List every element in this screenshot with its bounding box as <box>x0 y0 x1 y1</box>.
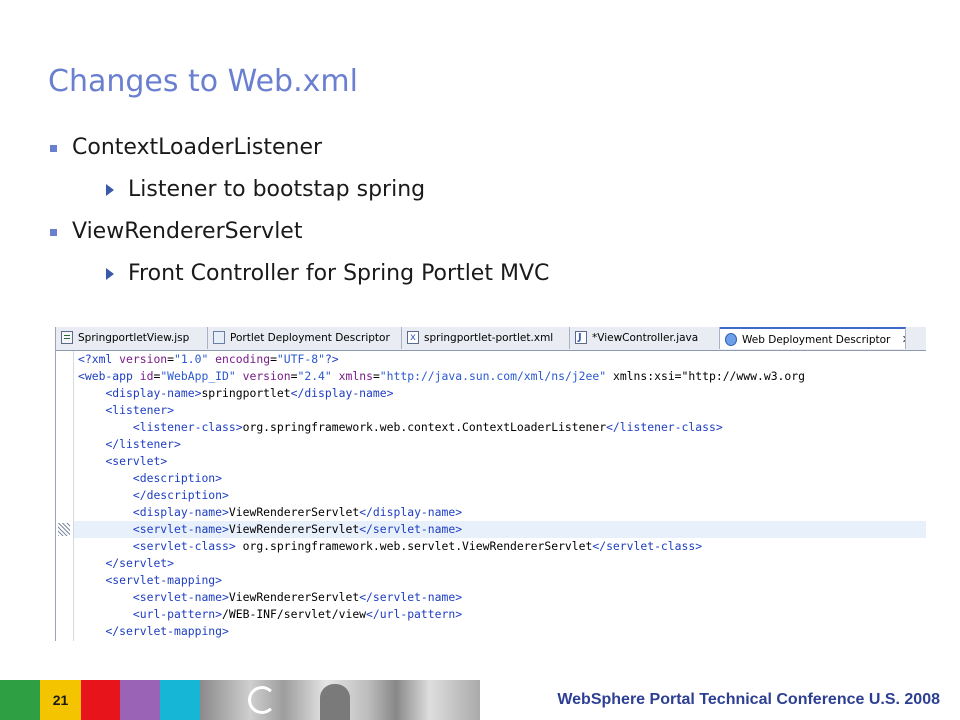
arrow-bullet-icon <box>106 268 114 280</box>
slide-footer: 21 WebSphere Portal Technical Conference… <box>0 680 960 720</box>
editor-screenshot: SpringportletView.jsp Portlet Deployment… <box>55 327 926 641</box>
page-number: 21 <box>40 680 81 720</box>
tab-label: SpringportletView.jsp <box>78 332 190 344</box>
code-line[interactable]: <servlet-class> org.springframework.web.… <box>78 538 702 555</box>
code-line[interactable]: </listener> <box>78 436 180 453</box>
tab-label: *ViewController.java <box>592 332 699 344</box>
code-line[interactable]: <url-pattern>/WEB-INF/servlet/view</url-… <box>78 606 462 623</box>
conference-name: WebSphere Portal Technical Conference U.… <box>557 691 940 708</box>
bullet-list: ContextLoaderListener Listener to bootst… <box>48 132 928 300</box>
footer-color-block-green <box>0 680 40 720</box>
code-line[interactable]: <servlet> <box>78 453 167 470</box>
person-photo-icon <box>320 684 350 720</box>
footer-color-block-red <box>81 680 120 720</box>
tab-springportlet-portlet-xml[interactable]: springportlet-portlet.xml <box>402 327 570 349</box>
xml-file-icon <box>407 327 419 349</box>
code-line[interactable]: <servlet-name>ViewRendererServlet</servl… <box>78 589 462 606</box>
tab-view-controller-java[interactable]: *ViewController.java <box>570 327 720 349</box>
jsp-file-icon <box>61 331 73 344</box>
square-bullet-icon <box>50 145 57 152</box>
gutter-marker-icon <box>58 523 70 536</box>
bullet-view-renderer-servlet: ViewRendererServlet <box>48 216 928 258</box>
tab-springportlet-view-jsp[interactable]: SpringportletView.jsp <box>56 327 208 349</box>
bullet-text: ContextLoaderListener <box>72 135 323 160</box>
footer-color-block-purple <box>120 680 160 720</box>
code-line[interactable]: </description> <box>78 487 229 504</box>
tab-label: Portlet Deployment Descriptor <box>230 332 390 344</box>
editor-gutter <box>56 351 74 641</box>
code-line[interactable]: <servlet-name>ViewRendererServlet</servl… <box>78 521 462 538</box>
bullet-text: ViewRendererServlet <box>72 219 303 244</box>
code-line[interactable]: <display-name>springportlet</display-nam… <box>78 385 393 402</box>
java-file-icon <box>575 327 587 349</box>
bullet-context-loader-listener: ContextLoaderListener <box>48 132 928 174</box>
sub-bullet-text: Listener to bootstap spring <box>128 177 426 202</box>
square-bullet-icon <box>50 229 57 236</box>
footer-color-block-cyan <box>160 680 200 720</box>
code-line[interactable]: </servlet> <box>78 555 174 572</box>
refresh-arrow-icon <box>248 686 276 714</box>
code-line[interactable]: <display-name>ViewRendererServlet</displ… <box>78 504 462 521</box>
code-line[interactable]: <?xml version="1.0" encoding="UTF-8"?> <box>78 351 339 368</box>
tab-portlet-deployment-descriptor[interactable]: Portlet Deployment Descriptor <box>208 327 402 349</box>
arrow-bullet-icon <box>106 184 114 196</box>
sub-bullet-listener: Listener to bootstap spring <box>48 174 928 216</box>
code-view[interactable]: <?xml version="1.0" encoding="UTF-8"?> <w… <box>56 351 926 641</box>
globe-icon <box>725 333 737 346</box>
tab-label: Web Deployment Descriptor <box>742 334 891 346</box>
sub-bullet-text: Front Controller for Spring Portlet MVC <box>128 261 550 286</box>
tab-web-deployment-descriptor[interactable]: Web Deployment Descriptor ✕ <box>720 327 906 349</box>
code-line[interactable]: <listener-class>org.springframework.web.… <box>78 419 723 436</box>
code-line[interactable]: <description> <box>78 470 222 487</box>
editor-tab-bar: SpringportletView.jsp Portlet Deployment… <box>56 327 926 351</box>
descriptor-icon <box>213 331 225 344</box>
code-line[interactable]: </servlet-mapping> <box>78 623 228 640</box>
code-line[interactable]: <web-app id="WebApp_ID" version="2.4" xm… <box>78 368 805 385</box>
tab-label: springportlet-portlet.xml <box>424 332 554 344</box>
code-line[interactable]: <listener> <box>78 402 174 419</box>
code-line[interactable]: <servlet-mapping> <box>78 572 222 589</box>
close-icon[interactable]: ✕ <box>902 329 905 349</box>
slide-title: Changes to Web.xml <box>48 64 358 99</box>
sub-bullet-front-controller: Front Controller for Spring Portlet MVC <box>48 258 928 300</box>
